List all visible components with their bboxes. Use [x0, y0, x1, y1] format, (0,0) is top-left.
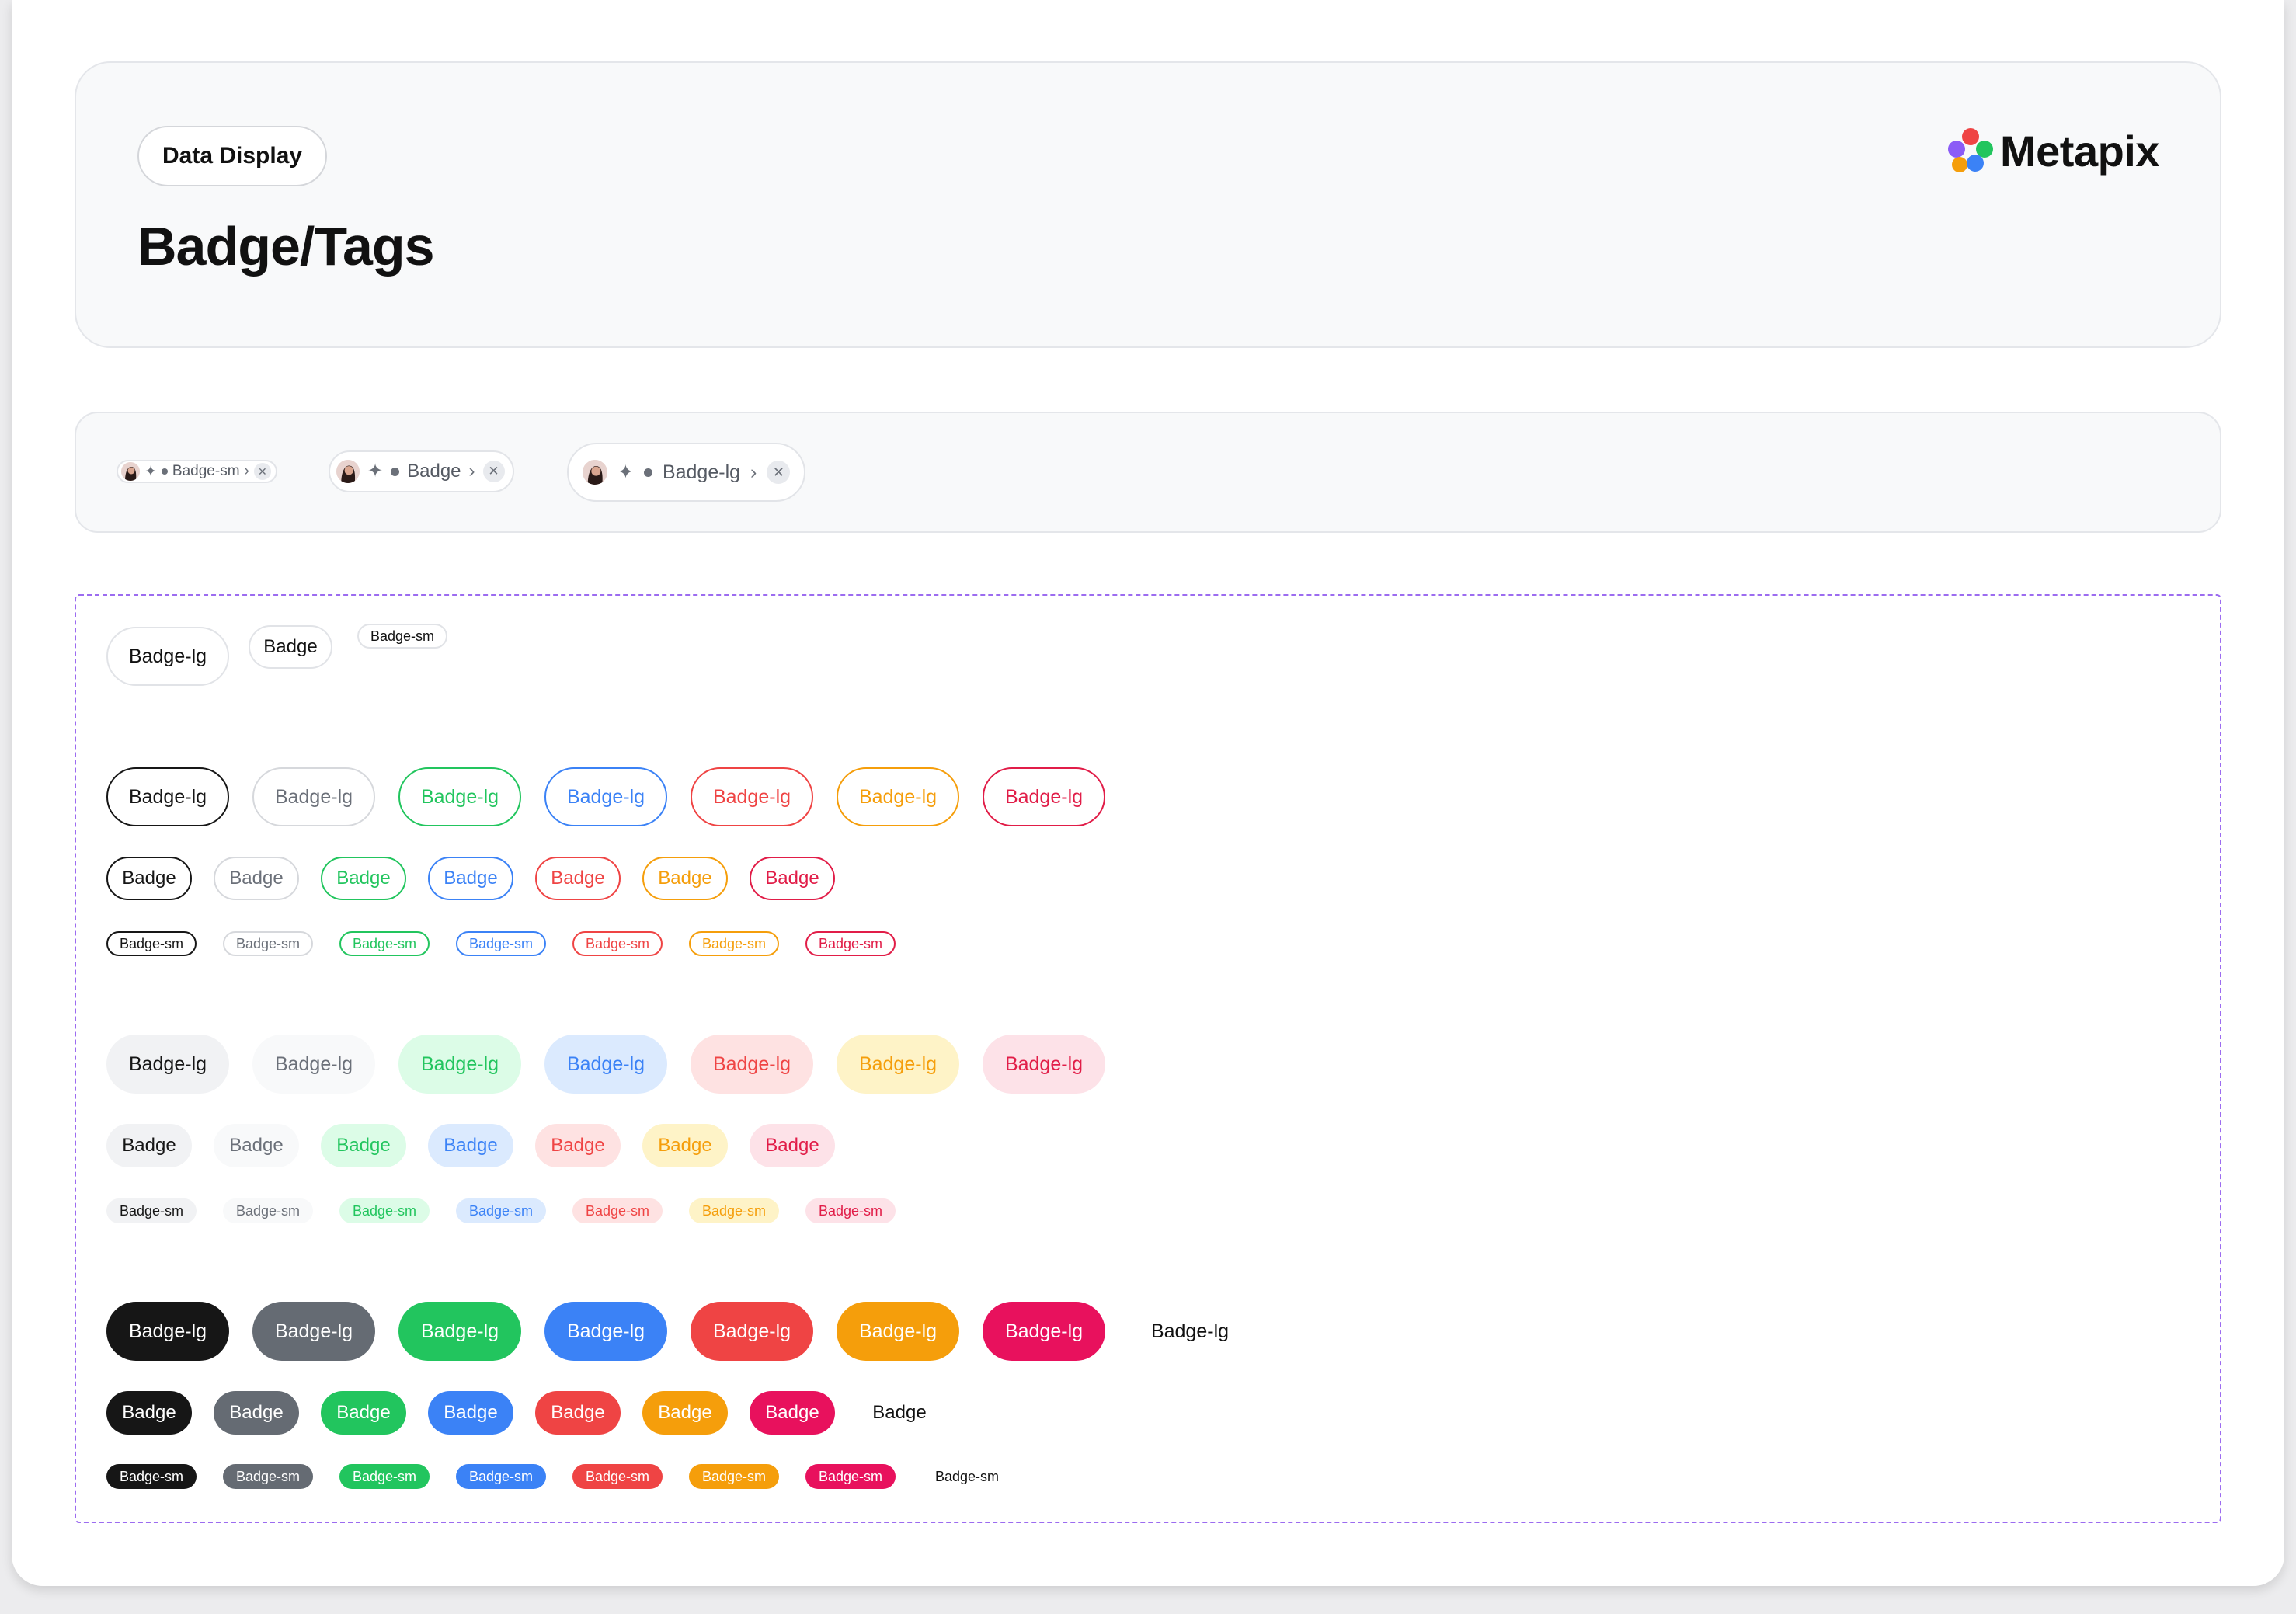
badge-soft-pink-sm[interactable]: Badge-sm [805, 1198, 896, 1223]
badge-solid-black-md[interactable]: Badge [106, 1391, 192, 1435]
tag-label: Badge [407, 461, 461, 482]
sparkle-icon: ✦ [617, 461, 634, 483]
badge-outline-gray-sm[interactable]: Badge-sm [223, 931, 313, 956]
badge-outline-red-sm[interactable]: Badge-sm [572, 931, 663, 956]
badge-solid-gray-sm[interactable]: Badge-sm [223, 1464, 313, 1489]
badge-outline-red-md[interactable]: Badge [535, 857, 621, 900]
badge-solid-pink-sm[interactable]: Badge-sm [805, 1464, 896, 1489]
badge-soft-green-sm[interactable]: Badge-sm [339, 1198, 430, 1223]
badge-solid-gray-lg[interactable]: Badge-lg [252, 1302, 375, 1361]
badge-soft-black-md[interactable]: Badge [106, 1124, 192, 1167]
page-title: Badge/Tags [137, 216, 435, 277]
badge-soft-blue-sm[interactable]: Badge-sm [456, 1198, 546, 1223]
badge-outline-amber-md[interactable]: Badge [642, 857, 728, 900]
badge-outline-amber-lg[interactable]: Badge-lg [837, 767, 959, 826]
badge-soft-pink-md[interactable]: Badge [750, 1124, 835, 1167]
badge-solid-red-sm[interactable]: Badge-sm [572, 1464, 663, 1489]
badge-outline-green-sm[interactable]: Badge-sm [339, 931, 430, 956]
badge-solid-amber-lg[interactable]: Badge-lg [837, 1302, 959, 1361]
badge-basic-lg[interactable]: Badge-lg [106, 627, 229, 686]
badge-soft-blue-lg[interactable]: Badge-lg [544, 1035, 667, 1094]
brand-name: Metapix [2000, 126, 2160, 176]
badge-outline-blue-sm[interactable]: Badge-sm [456, 931, 546, 956]
badge-outline-red-lg[interactable]: Badge-lg [691, 767, 813, 826]
chevron-right-icon: › [750, 461, 757, 483]
badge-outline-black-md[interactable]: Badge [106, 857, 192, 900]
badge-outline-pink-sm[interactable]: Badge-sm [805, 931, 896, 956]
badge-outline-pink-lg[interactable]: Badge-lg [983, 767, 1105, 826]
badge-ghost-lg[interactable]: Badge-lg [1129, 1302, 1251, 1361]
badge-solid-black-sm[interactable]: Badge-sm [106, 1464, 197, 1489]
close-icon[interactable]: ✕ [482, 461, 505, 482]
badge-variants-frame: Badge-lg Badge Badge-sm Badge-lg Badge-lg Bad… [75, 594, 2221, 1523]
badge-solid-gray-md[interactable]: Badge [214, 1391, 299, 1435]
category-pill[interactable]: Data Display [137, 126, 328, 186]
sparkle-icon: ✦ [144, 463, 157, 480]
badge-outline-black-lg[interactable]: Badge-lg [106, 767, 229, 826]
badge-soft-green-md[interactable]: Badge [321, 1124, 406, 1167]
badge-solid-green-lg[interactable]: Badge-lg [398, 1302, 521, 1361]
badge-solid-green-sm[interactable]: Badge-sm [339, 1464, 430, 1489]
badge-outline-blue-lg[interactable]: Badge-lg [544, 767, 667, 826]
close-icon[interactable]: ✕ [253, 463, 271, 480]
badge-soft-green-lg[interactable]: Badge-lg [398, 1035, 521, 1094]
badge-soft-gray-sm[interactable]: Badge-sm [223, 1198, 313, 1223]
sparkle-icon: ✦ [367, 461, 384, 482]
badge-outline-gray-lg[interactable]: Badge-lg [252, 767, 375, 826]
badge-soft-amber-sm[interactable]: Badge-sm [689, 1198, 779, 1223]
brand-logo: Metapix [1946, 123, 2160, 178]
badge-soft-black-sm[interactable]: Badge-sm [106, 1198, 197, 1223]
tag-preview-panel: ✦ Badge-sm › ✕ ✦ Badge › ✕ ✦ Badge-lg › … [75, 412, 2221, 533]
badge-outline-amber-sm[interactable]: Badge-sm [689, 931, 779, 956]
badge-outline-green-lg[interactable]: Badge-lg [398, 767, 521, 826]
badge-soft-pink-lg[interactable]: Badge-lg [983, 1035, 1105, 1094]
badge-soft-blue-md[interactable]: Badge [428, 1124, 513, 1167]
canvas-frame: Data Display Badge/Tags Metapix ✦ Badge-… [12, 0, 2284, 1586]
badge-outline-green-md[interactable]: Badge [321, 857, 406, 900]
badge-solid-amber-md[interactable]: Badge [642, 1391, 728, 1435]
badge-solid-red-lg[interactable]: Badge-lg [691, 1302, 813, 1361]
avatar [583, 460, 607, 485]
page-header: Data Display Badge/Tags Metapix [75, 61, 2221, 348]
preview-tag-lg[interactable]: ✦ Badge-lg › ✕ [567, 443, 806, 502]
dot-icon [643, 468, 652, 477]
badge-solid-pink-lg[interactable]: Badge-lg [983, 1302, 1105, 1361]
badge-outline-gray-md[interactable]: Badge [214, 857, 299, 900]
badge-outline-blue-md[interactable]: Badge [428, 857, 513, 900]
tag-label: Badge-lg [662, 461, 741, 483]
avatar [336, 460, 360, 483]
badge-soft-red-lg[interactable]: Badge-lg [691, 1035, 813, 1094]
dot-icon [161, 468, 168, 475]
preview-tag-md[interactable]: ✦ Badge › ✕ [329, 450, 514, 492]
badge-basic-md[interactable]: Badge [249, 625, 332, 669]
avatar [121, 462, 140, 481]
badge-soft-red-sm[interactable]: Badge-sm [572, 1198, 663, 1223]
dot-icon [391, 467, 400, 476]
badge-soft-gray-lg[interactable]: Badge-lg [252, 1035, 375, 1094]
close-icon[interactable]: ✕ [767, 461, 791, 484]
preview-tag-sm[interactable]: ✦ Badge-sm › ✕ [117, 460, 277, 483]
chevron-right-icon: › [244, 463, 249, 479]
badge-solid-green-md[interactable]: Badge [321, 1391, 406, 1435]
badge-solid-blue-md[interactable]: Badge [428, 1391, 513, 1435]
chevron-right-icon: › [468, 461, 475, 482]
badge-outline-black-sm[interactable]: Badge-sm [106, 931, 197, 956]
badge-soft-red-md[interactable]: Badge [535, 1124, 621, 1167]
badge-solid-pink-md[interactable]: Badge [750, 1391, 835, 1435]
tag-label: Badge-sm [172, 463, 240, 479]
badge-soft-amber-md[interactable]: Badge [642, 1124, 728, 1167]
badge-soft-amber-lg[interactable]: Badge-lg [837, 1035, 959, 1094]
badge-solid-black-lg[interactable]: Badge-lg [106, 1302, 229, 1361]
badge-ghost-sm[interactable]: Badge-sm [922, 1464, 1012, 1489]
badge-solid-blue-sm[interactable]: Badge-sm [456, 1464, 546, 1489]
metapix-logo-icon [1948, 128, 1993, 172]
badge-basic-sm[interactable]: Badge-sm [357, 624, 447, 649]
badge-soft-black-lg[interactable]: Badge-lg [106, 1035, 229, 1094]
badge-ghost-md[interactable]: Badge [857, 1391, 942, 1435]
badge-outline-pink-md[interactable]: Badge [750, 857, 835, 900]
badge-solid-amber-sm[interactable]: Badge-sm [689, 1464, 779, 1489]
badge-solid-red-md[interactable]: Badge [535, 1391, 621, 1435]
badge-soft-gray-md[interactable]: Badge [214, 1124, 299, 1167]
badge-solid-blue-lg[interactable]: Badge-lg [544, 1302, 667, 1361]
